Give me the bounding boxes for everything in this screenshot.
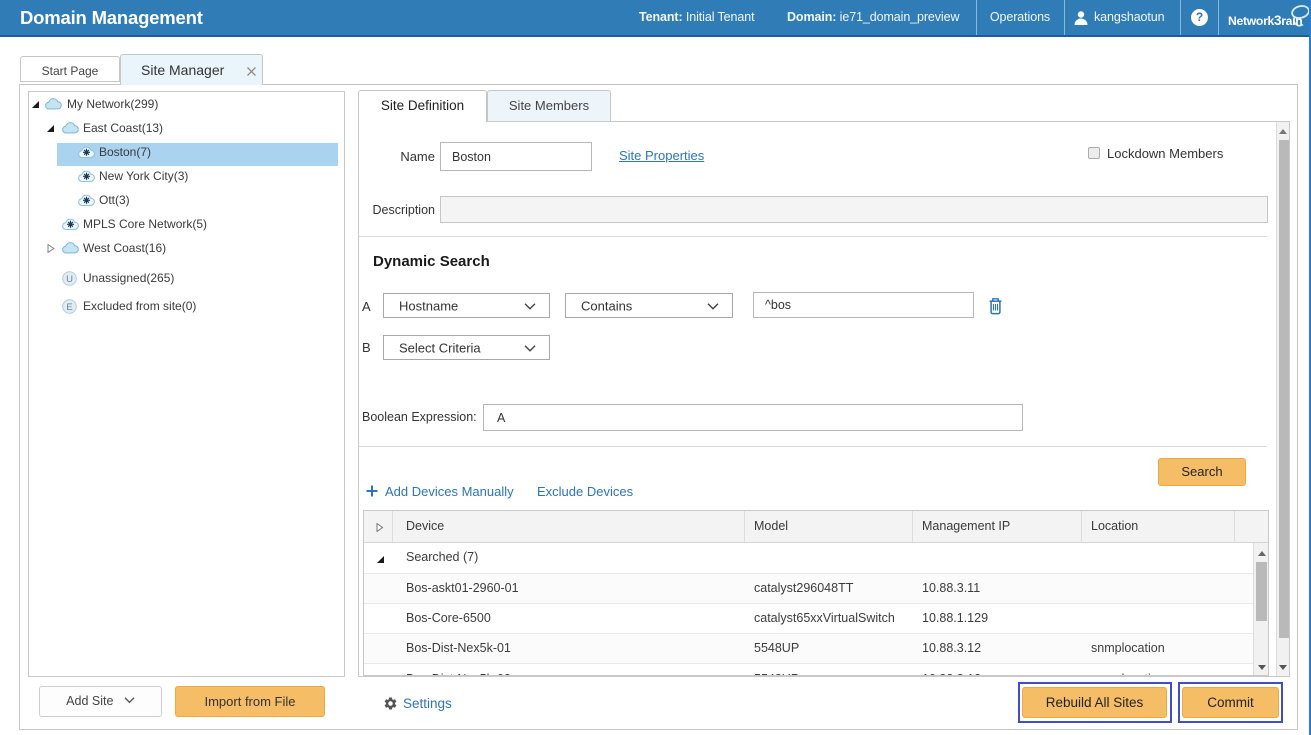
svg-text:U: U <box>66 274 73 285</box>
svg-text:Network3rain: Network3rain <box>1228 13 1302 28</box>
svg-text:E: E <box>66 302 72 313</box>
